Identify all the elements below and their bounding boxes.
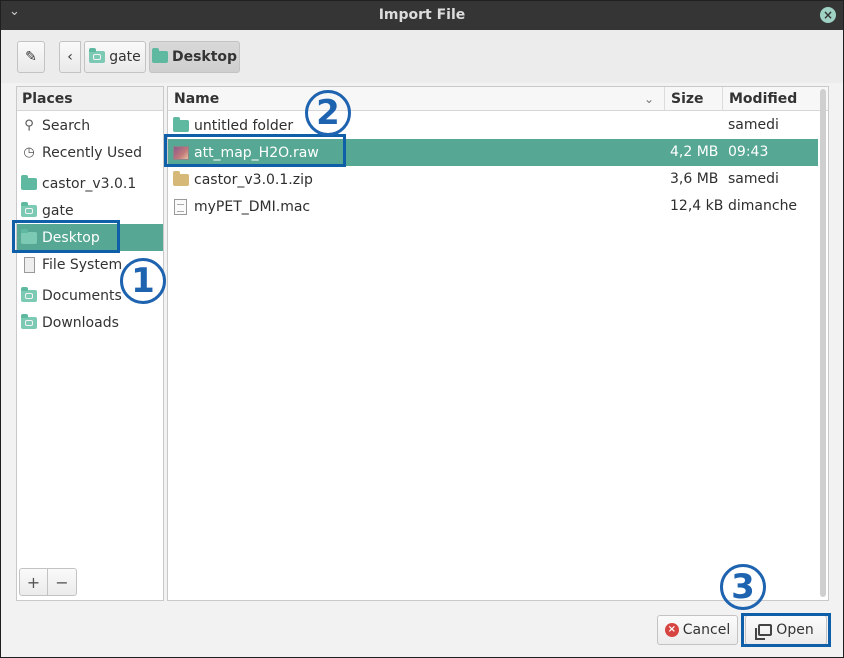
folder-icon xyxy=(21,174,37,190)
folder-icon xyxy=(151,48,168,63)
titlebar: ⌄ Import File × xyxy=(1,1,843,30)
sidebar-item-label: castor_v3.0.1 xyxy=(42,175,137,192)
annotation-step-1: 1 xyxy=(120,256,166,304)
cancel-icon: × xyxy=(664,623,679,637)
file-size: 3,6 MB xyxy=(670,171,719,187)
annotation-box-open xyxy=(741,613,831,647)
file-row[interactable]: myPET_DMI.mac 12,4 kB dimanche xyxy=(168,193,818,220)
annotation-step-3: 3 xyxy=(720,562,766,610)
pencil-icon: ✎ xyxy=(25,49,37,65)
column-header-size[interactable]: Size xyxy=(665,87,723,111)
annotation-box-file xyxy=(164,134,346,167)
bookmark-buttons: + − xyxy=(19,568,79,598)
cancel-label: Cancel xyxy=(682,622,731,638)
folder-icon xyxy=(21,201,37,217)
file-list-header: Name ⌄ Size Modified xyxy=(168,87,828,111)
annotation-box-desktop xyxy=(12,220,120,253)
sidebar-item-label: Downloads xyxy=(42,314,119,331)
sort-chevron-icon: ⌄ xyxy=(643,92,654,106)
sidebar-item-label: Recently Used xyxy=(42,144,143,161)
archive-icon xyxy=(173,170,189,186)
file-name: untitled folder xyxy=(194,117,294,134)
breadcrumb-label: gate xyxy=(109,49,141,65)
search-icon: ⚲ xyxy=(24,118,34,133)
sidebar-item-recently-used[interactable]: ◷ Recently Used xyxy=(17,139,163,166)
breadcrumb-gate[interactable]: gate xyxy=(84,41,146,73)
path-back-button[interactable]: ‹ xyxy=(59,41,81,73)
breadcrumb-label: Desktop xyxy=(171,49,238,65)
text-file-icon xyxy=(174,198,187,215)
column-header-name[interactable]: Name ⌄ xyxy=(168,87,665,111)
import-file-dialog: ⌄ Import File × ✎ ‹ gate Desktop Places … xyxy=(0,0,844,658)
clock-icon: ◷ xyxy=(23,145,35,160)
sidebar-item-label: Documents xyxy=(42,287,122,304)
sidebar-item-search[interactable]: ⚲ Search xyxy=(17,112,163,139)
chevron-left-icon: ‹ xyxy=(67,49,73,65)
folder-icon xyxy=(173,116,189,132)
sidebar-item-label: gate xyxy=(42,202,74,219)
annotation-step-2: 2 xyxy=(305,88,351,136)
places-header: Places xyxy=(17,87,163,111)
drive-icon xyxy=(21,256,37,273)
column-header-modified[interactable]: Modified xyxy=(723,87,817,111)
places-sidebar: Places ⚲ Search ◷ Recently Used castor_v… xyxy=(16,86,164,601)
file-modified: dimanche xyxy=(728,198,798,214)
close-icon[interactable]: × xyxy=(820,7,836,23)
file-modified: samedi xyxy=(728,171,779,187)
folder-icon xyxy=(21,313,37,329)
file-size: 12,4 kB xyxy=(670,198,724,214)
file-name: castor_v3.0.1.zip xyxy=(194,171,313,188)
window-title: Import File xyxy=(378,7,466,23)
edit-path-button[interactable]: ✎ xyxy=(17,41,45,73)
file-name: myPET_DMI.mac xyxy=(194,198,311,215)
add-bookmark-button[interactable]: + xyxy=(19,568,48,596)
file-row[interactable]: castor_v3.0.1.zip 3,6 MB samedi xyxy=(168,166,818,193)
column-label: Name xyxy=(174,91,220,107)
file-modified: 09:43 xyxy=(728,144,769,160)
sidebar-item-label: Search xyxy=(42,117,91,134)
folder-icon xyxy=(21,286,37,302)
folder-icon xyxy=(89,48,106,63)
sidebar-item-label: File System xyxy=(42,256,123,273)
cancel-button[interactable]: × Cancel xyxy=(657,615,738,645)
remove-bookmark-button[interactable]: − xyxy=(48,568,77,596)
sidebar-item-castor[interactable]: castor_v3.0.1 xyxy=(17,170,163,197)
file-size: 4,2 MB xyxy=(670,144,719,160)
sidebar-item-downloads[interactable]: Downloads xyxy=(17,309,163,336)
path-toolbar: ✎ ‹ gate Desktop xyxy=(1,30,843,83)
breadcrumb-desktop[interactable]: Desktop xyxy=(149,41,240,73)
vertical-scrollbar[interactable] xyxy=(820,89,826,597)
file-modified: samedi xyxy=(728,117,779,133)
